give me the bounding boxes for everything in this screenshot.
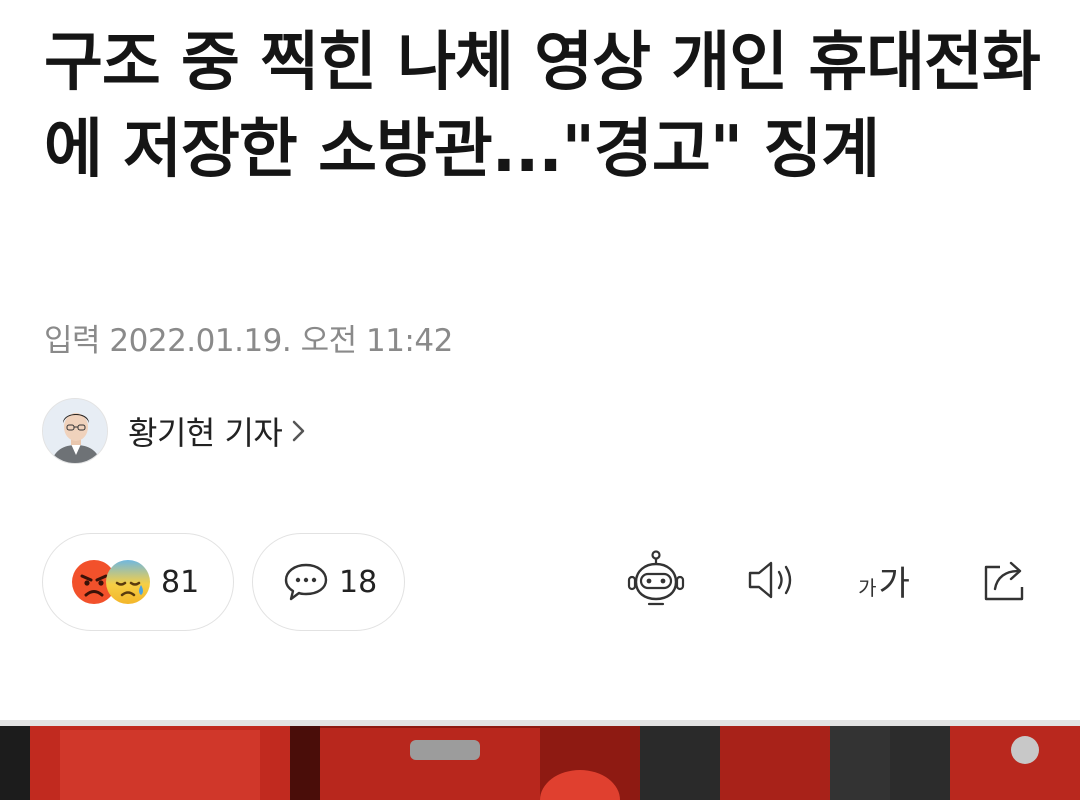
share-button[interactable] <box>974 548 1038 612</box>
reaction-count: 81 <box>161 564 200 600</box>
comment-count: 18 <box>339 564 378 600</box>
comment-bubble-icon <box>283 561 329 603</box>
font-size-button[interactable]: 가 가 <box>852 548 916 612</box>
font-size-icon: 가 가 <box>858 563 910 604</box>
text-to-speech-button[interactable] <box>740 548 804 612</box>
publish-date: 입력 2022.01.19. 오전 11:42 <box>44 323 453 359</box>
chevron-right-icon <box>290 418 308 444</box>
reaction-button[interactable]: 81 <box>42 533 234 631</box>
reaction-emojis <box>71 557 161 607</box>
reporter-avatar <box>42 398 108 464</box>
reporter-name: 황기현 기자 <box>128 414 283 452</box>
speaker-icon <box>748 561 792 599</box>
robot-summary-button[interactable] <box>624 548 688 612</box>
sad-sweat-face-icon <box>106 560 150 604</box>
robot-summary-icon <box>627 550 685 606</box>
article-photo <box>0 720 1080 800</box>
comment-button[interactable]: 18 <box>252 533 405 631</box>
reporter-link[interactable]: 황기현 기자 <box>42 398 308 464</box>
article-headline: 구조 중 찍힌 나체 영상 개인 휴대전화에 저장한 소방관..."경고" 징계 <box>44 26 1041 187</box>
share-icon <box>984 561 1024 601</box>
